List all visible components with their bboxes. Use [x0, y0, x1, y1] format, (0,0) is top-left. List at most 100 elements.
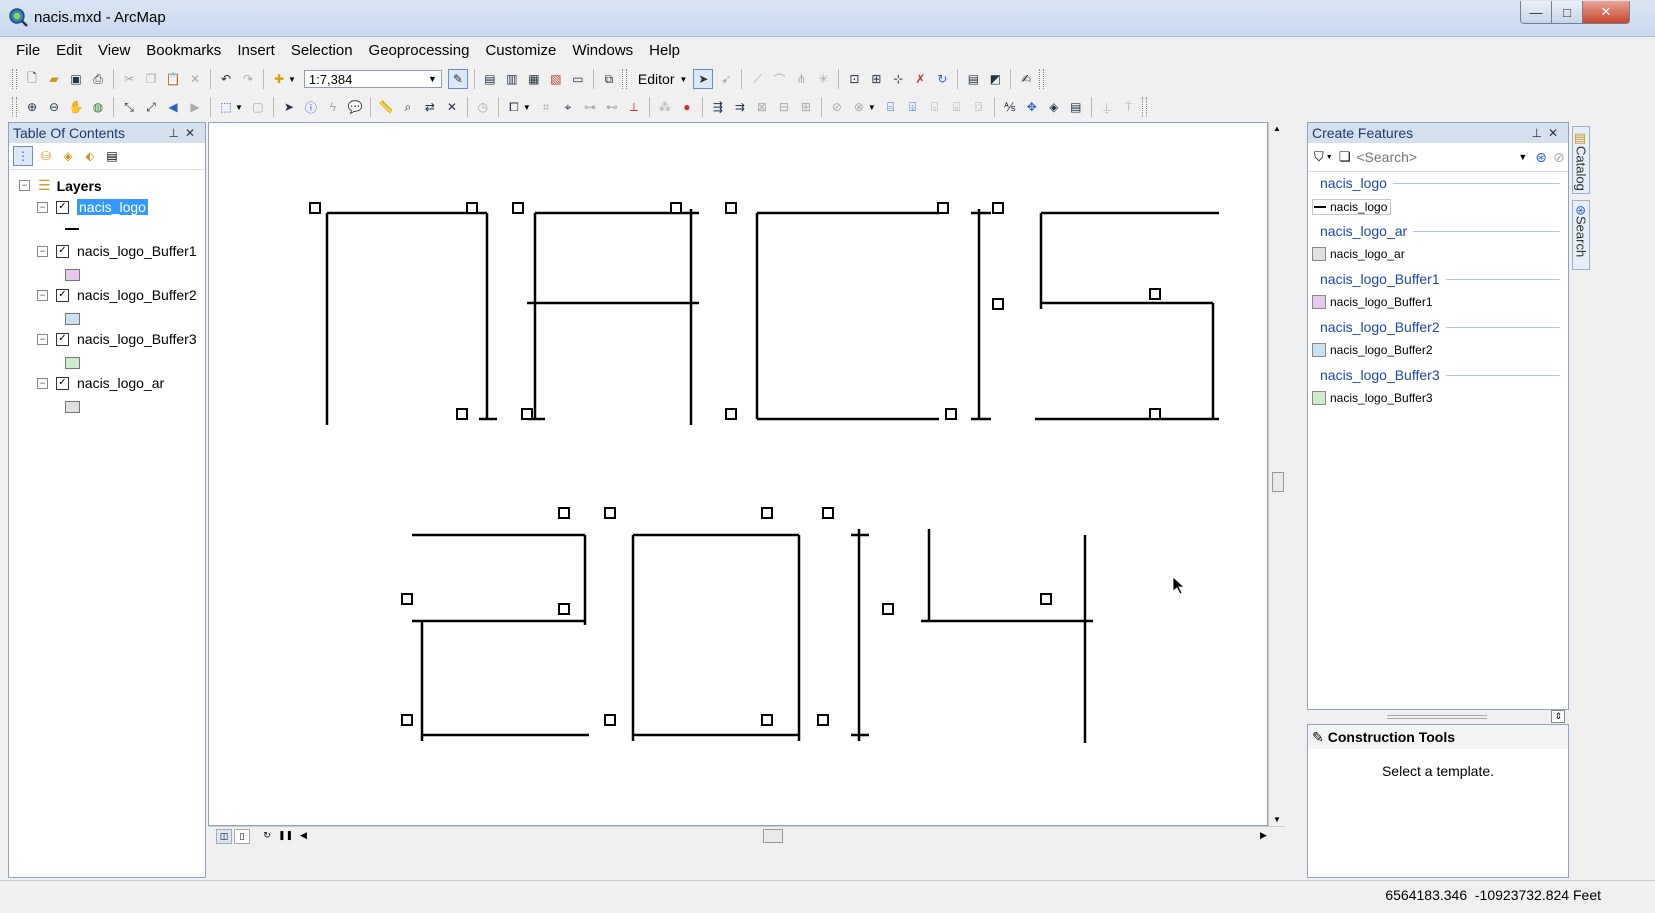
- trim-tool-icon[interactable]: ⟂: [625, 98, 643, 116]
- clip-icon[interactable]: ⊘: [828, 98, 846, 116]
- pan-hand-icon[interactable]: ✋: [67, 98, 85, 116]
- vertex-marker[interactable]: [1040, 593, 1052, 605]
- toc-layer-row[interactable]: − ✓ nacis_logo_Buffer2: [37, 287, 197, 303]
- vertex-marker[interactable]: [604, 507, 616, 519]
- toolbar-grip[interactable]: [12, 97, 17, 117]
- fill-symbol-swatch[interactable]: [65, 269, 80, 281]
- search-tab[interactable]: ⊛ Search: [1572, 200, 1590, 270]
- fill-symbol-swatch[interactable]: [65, 401, 80, 413]
- paste-icon[interactable]: 📋: [164, 70, 182, 88]
- menu-help[interactable]: Help: [641, 38, 688, 64]
- sketch-properties-icon[interactable]: ◩: [986, 70, 1004, 88]
- list-by-drawing-order-icon[interactable]: ⋮: [13, 146, 33, 166]
- open-folder-icon[interactable]: ▰: [45, 70, 63, 88]
- search-window-icon[interactable]: ▦: [525, 70, 543, 88]
- split-tool-icon[interactable]: ✗: [911, 70, 929, 88]
- layer-name[interactable]: nacis_logo: [77, 199, 148, 215]
- close-button[interactable]: ✕: [1582, 1, 1630, 24]
- select-features-icon[interactable]: ⬚: [217, 98, 235, 116]
- list-by-source-icon[interactable]: ⛁: [37, 147, 55, 165]
- edit-vertices-icon[interactable]: ⊡: [845, 70, 863, 88]
- color-ball-icon[interactable]: ●: [678, 98, 696, 116]
- pin-icon[interactable]: ⊥: [1531, 126, 1547, 140]
- map-display[interactable]: [208, 122, 1268, 826]
- collapse-icon[interactable]: −: [37, 245, 48, 257]
- traverse-icon[interactable]: ✥: [1023, 98, 1041, 116]
- table-of-contents-icon[interactable]: ▤: [481, 70, 499, 88]
- vertex-marker[interactable]: [817, 714, 829, 726]
- vertex-marker[interactable]: [725, 202, 737, 214]
- toc-layer-row[interactable]: − ✓ nacis_logo_Buffer1: [37, 243, 197, 259]
- search-icon[interactable]: ⊛: [1535, 149, 1547, 166]
- collapse-icon[interactable]: −: [37, 201, 48, 213]
- map-vertical-scrollbar[interactable]: ▲ ▼: [1268, 122, 1286, 826]
- menu-customize[interactable]: Customize: [477, 38, 564, 64]
- scroll-up-arrow-icon[interactable]: ▲: [1273, 124, 1281, 133]
- vertex-marker[interactable]: [309, 202, 321, 214]
- toolbar-grip[interactable]: [1141, 97, 1147, 117]
- rubbersheet-icon[interactable]: ⌹: [904, 98, 922, 116]
- minimize-button[interactable]: —: [1520, 1, 1552, 24]
- print-icon[interactable]: ⎙: [89, 70, 107, 88]
- identify-icon[interactable]: ⓘ: [302, 98, 320, 116]
- layer-name[interactable]: nacis_logo_ar: [77, 375, 164, 391]
- viewer-dropdown-icon[interactable]: ▼: [523, 103, 531, 112]
- toc-layer-row[interactable]: − ✓ nacis_logo: [37, 199, 148, 215]
- close-icon[interactable]: ✕: [1548, 126, 1564, 140]
- vertex-marker[interactable]: [521, 408, 533, 420]
- copy-icon[interactable]: ❐: [142, 70, 160, 88]
- vertex-marker[interactable]: [945, 408, 957, 420]
- vertex-marker[interactable]: [401, 714, 413, 726]
- fixed-zoom-in-icon[interactable]: ⤡: [120, 98, 138, 116]
- vertex-marker[interactable]: [670, 202, 682, 214]
- scroll-thumb[interactable]: [763, 829, 783, 843]
- vertex-marker[interactable]: [558, 507, 570, 519]
- advanced-edit-icon[interactable]: ⊶: [581, 98, 599, 116]
- point-tool-icon[interactable]: ✳: [814, 70, 832, 88]
- straight-segment-icon[interactable]: ⟋: [748, 70, 766, 88]
- vertex-marker[interactable]: [466, 202, 478, 214]
- go-to-xy-icon[interactable]: ✕: [443, 98, 461, 116]
- layer-name[interactable]: nacis_logo_Buffer1: [77, 243, 197, 259]
- maximize-button[interactable]: □: [1551, 1, 1583, 24]
- catalog-tab[interactable]: ▤ Catalog: [1572, 126, 1590, 194]
- line-symbol-swatch[interactable]: [65, 228, 79, 230]
- full-extent-globe-icon[interactable]: ◍: [89, 98, 107, 116]
- layout-view-icon[interactable]: ▯: [234, 829, 250, 844]
- go-forward-arrow-icon[interactable]: ▶: [186, 98, 204, 116]
- menu-selection[interactable]: Selection: [283, 38, 361, 64]
- curve-calculator-icon[interactable]: ◈: [1045, 98, 1063, 116]
- vertex-marker[interactable]: [761, 507, 773, 519]
- collapse-icon[interactable]: −: [37, 333, 48, 345]
- zoom-out-icon[interactable]: ⊖: [45, 98, 63, 116]
- layer-visibility-checkbox[interactable]: ✓: [56, 200, 69, 214]
- layer-visibility-checkbox[interactable]: ✓: [56, 332, 69, 346]
- list-by-selection-icon[interactable]: ⬖: [81, 147, 99, 165]
- merge-icon[interactable]: ⊠: [753, 98, 771, 116]
- create-viewer-window-icon[interactable]: ⧠: [505, 98, 523, 116]
- edit-tool-icon[interactable]: ➤: [693, 69, 714, 89]
- editor-menu-button[interactable]: Editor: [635, 71, 678, 87]
- fill-symbol-swatch[interactable]: [65, 357, 80, 369]
- collapse-icon[interactable]: −: [37, 377, 48, 389]
- arctoolbox-icon[interactable]: ▧: [547, 70, 565, 88]
- hyperlink-icon[interactable]: ϟ: [324, 98, 342, 116]
- vertex-marker[interactable]: [761, 714, 773, 726]
- undo-icon[interactable]: ↶: [217, 70, 235, 88]
- create-features-window-icon[interactable]: ✍: [1017, 70, 1035, 88]
- new-displacement-link-icon[interactable]: ⌼: [970, 98, 988, 116]
- feature-template-item[interactable]: nacis_logo_Buffer2: [1312, 343, 1433, 357]
- refresh-icon[interactable]: ↻: [260, 829, 274, 842]
- feature-template-item[interactable]: nacis_logo: [1312, 199, 1392, 215]
- select-dropdown-icon[interactable]: ▼: [235, 103, 243, 112]
- pause-drawing-icon[interactable]: ❚❚: [278, 829, 293, 842]
- model-builder-icon[interactable]: ⧉: [600, 70, 618, 88]
- close-icon[interactable]: ✕: [185, 126, 201, 140]
- time-slider-icon[interactable]: ◷: [474, 98, 492, 116]
- topology-edit-icon[interactable]: ⌗: [537, 98, 555, 116]
- toc-layer-row[interactable]: − ✓ nacis_logo_Buffer3: [37, 331, 197, 347]
- layer-visibility-checkbox[interactable]: ✓: [56, 376, 69, 390]
- map-canvas[interactable]: [209, 123, 1267, 825]
- snapping-icon[interactable]: ⌖: [559, 98, 577, 116]
- redo-icon[interactable]: ↷: [239, 70, 257, 88]
